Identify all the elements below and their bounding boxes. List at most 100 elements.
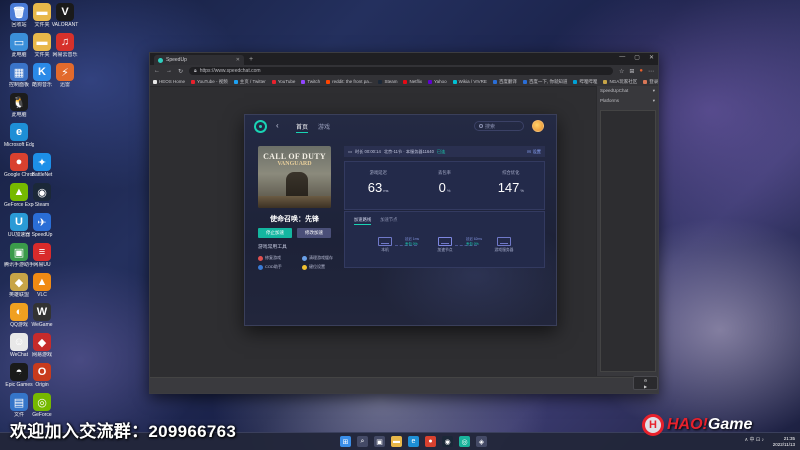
edge-icon[interactable]: e [408,436,419,447]
bookmark-item[interactable]: reddit: the front pa... [326,79,372,84]
bookmark-item[interactable]: 登录 - Claude [643,79,658,85]
gear-icon[interactable]: ⚙ [644,378,648,383]
bookmark-item[interactable]: Yahoo [427,79,447,84]
desktop-icon[interactable]: V VALORANT [50,3,80,28]
minimize-icon[interactable]: — [619,54,625,61]
desktop-icon-label: Origin [35,382,49,388]
bookmark-item[interactable]: Twitch [301,79,320,84]
desktop-app-icon: ◓ [10,363,28,381]
desktop-app-icon: ▬ [33,3,51,21]
desktop-icon[interactable]: ⚡ 迅雷 [50,63,80,88]
browser-tab[interactable]: SpeedUp ✕ [154,55,244,65]
desktop-app-icon: O [33,363,51,381]
desktop-icon[interactable]: ✈ SpeedUp [27,213,57,238]
bookmark-item[interactable]: Netflix [403,79,422,84]
bookmark-item[interactable]: 哔哩哔哩 [573,79,597,85]
tool-icon [302,255,307,261]
bookmark-item[interactable]: YouTube - 视频 [191,79,228,85]
brand-name-red: HAO! [667,416,708,433]
address-bar[interactable]: 🔒︎ https://www.speedchat.com [189,67,613,75]
desktop-icon[interactable]: ◆ 网易游戏 [27,333,57,358]
desktop-icon[interactable]: W WeGame [27,303,57,328]
chevron-down-icon: ▾ [652,88,655,93]
desktop-icon[interactable]: ♫ 网易云音乐 [50,33,80,58]
close-window-icon[interactable]: ✕ [649,54,654,61]
system-clock[interactable]: 21:35 2022/11/13 [773,436,795,447]
more-menu-icon[interactable]: ⋯ [648,68,654,75]
bookmark-item[interactable]: 百度一下, 你就知道 [522,79,567,85]
search-icon[interactable]: ⌕ [357,436,368,447]
bookmark-item[interactable]: Steam [378,79,397,84]
tab-route[interactable]: 加速路线 [354,217,372,225]
new-tab-icon[interactable]: + [249,56,253,63]
bookmark-item[interactable]: 百度翻译 [492,79,517,85]
desktop-app-icon: ◎ [33,393,51,411]
desktop-icon[interactable]: ≡ 网易UU [27,243,57,268]
desktop-icon[interactable]: ▲ VLC [27,273,57,298]
floating-control[interactable]: ⚙ ▶ [633,376,658,390]
task-view-icon[interactable]: ▣ [374,436,385,447]
desktop-icon[interactable]: 🐧 此电脑 [4,93,34,118]
desktop-icon-label: 迅雷 [59,82,70,88]
tools-list: 修复游戏 清理游戏缓存 COD助手 键位设置 [258,255,348,270]
stop-acceleration-button[interactable]: 停止加速 [258,228,292,238]
tab-title: SpeedUp [166,57,187,63]
profile-icon[interactable]: ● [639,68,643,75]
speedup-icon[interactable]: ◎ [459,436,470,447]
desktop-app-icon: ▣ [10,243,28,261]
bookmark-label: YouTube - 视频 [197,78,228,84]
windows-start-icon[interactable]: ⊞ [340,436,351,447]
file-explorer-icon[interactable]: ▬ [391,436,402,447]
acceleration-info-bar: ▭ 时长 00:00:14 北京-11节 · 本服务器11640 已连 ⊟ 设置 [344,146,545,157]
bookmark-item[interactable]: NGA玩家社区 [603,79,637,85]
maximize-icon[interactable]: ▢ [634,54,640,61]
steam-icon[interactable]: ◉ [442,436,453,447]
play-icon[interactable]: ▶ [644,384,647,389]
back-chevron-icon[interactable]: ‹ [276,121,279,130]
side-panel-row-label: SpeedUpChat [600,88,629,93]
modify-acceleration-button[interactable]: 修改加速 [297,228,331,238]
desktop-icon-label: 网易游戏 [31,352,52,358]
close-icon[interactable]: ✕ [236,57,240,63]
bookmark-item[interactable]: HEOS Home [153,79,185,84]
chrome-icon[interactable]: ● [425,436,436,447]
tool-label: 修复游戏 [265,255,281,260]
desktop-icon[interactable]: ✦ BattleNet [27,153,57,178]
bookmark-item[interactable]: Wikia / VIVRE [452,79,487,84]
desktop-icon-label: Steam [34,202,50,208]
forward-arrow-icon[interactable]: → [166,68,172,74]
tool-item[interactable]: COD助手 [258,264,298,270]
side-panel-row[interactable]: SpeedUpChat ▾ [597,86,658,96]
desktop-icon[interactable]: O Origin [27,363,57,388]
favorite-star-icon[interactable]: ☆ [619,68,624,75]
desktop-app-icon: ≡ [33,243,51,261]
tab-node[interactable]: 加速节点 [380,217,397,225]
bookmark-item[interactable]: YouTube [271,79,295,84]
tab-home[interactable]: 首页 [296,122,309,133]
system-tray[interactable]: ∧ 中 ⊡ ♪ [744,436,764,443]
avatar[interactable] [532,120,544,132]
settings-link[interactable]: ⊟ 设置 [527,149,541,155]
tool-item[interactable]: 键位设置 [302,264,342,270]
desktop-app-icon: ● [10,153,28,171]
desktop-app-icon: ⚡ [56,63,74,81]
desktop-icon[interactable]: ◎ GeForce [27,393,57,418]
search-input[interactable]: 搜索 [474,121,524,131]
tab-games[interactable]: 游戏 [318,122,330,133]
tool-item[interactable]: 修复游戏 [258,255,298,261]
side-panel-row[interactable]: Platforms ▾ [597,96,658,106]
desktop-icon[interactable]: eMicrosoft Edge [4,123,34,148]
recorder-icon[interactable]: ◈ [476,436,487,447]
tool-item[interactable]: 清理游戏缓存 [302,255,342,261]
status-badge: 已连 [436,148,446,154]
desktop-app-icon: ▭ [10,33,28,51]
extensions-icon[interactable]: ⊞ [629,68,634,75]
settings-label: 设置 [532,148,541,154]
desktop-icon[interactable]: ◉ Steam [27,183,57,208]
bookmark-item[interactable]: 主页 / Twitter [233,79,266,85]
desktop-icon-label: 网易UU [33,262,51,268]
refresh-icon[interactable]: ↻ [178,68,183,75]
back-arrow-icon[interactable]: ← [154,68,160,74]
desktop-app-icon: 🐧 [10,93,28,111]
link-packet-loss: 丢包 0% [405,241,418,246]
